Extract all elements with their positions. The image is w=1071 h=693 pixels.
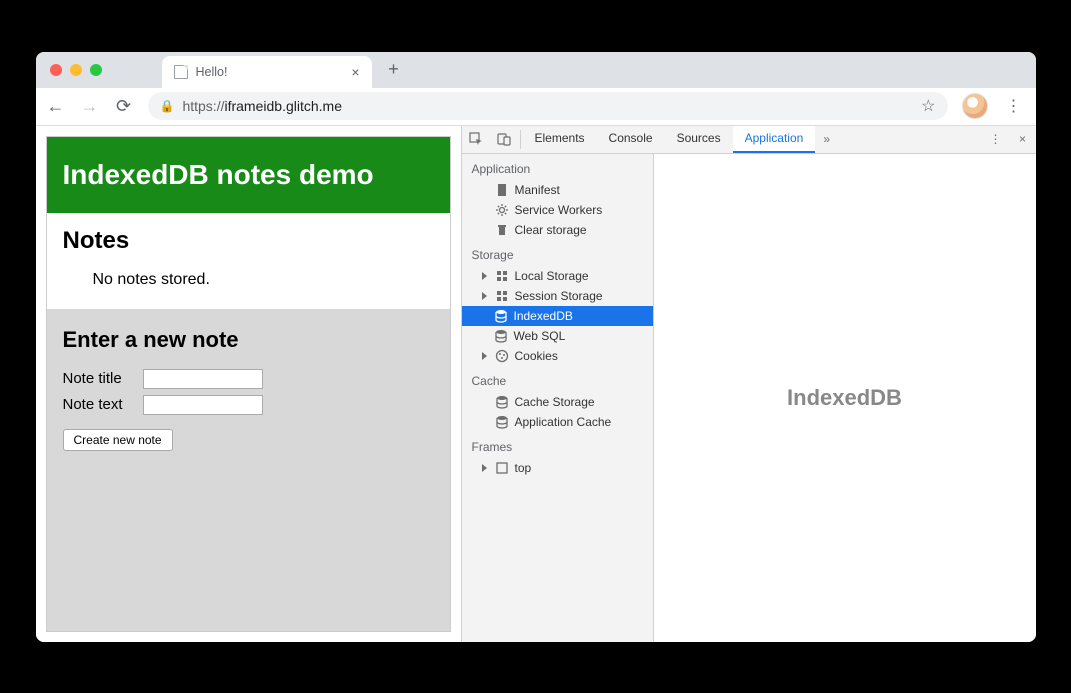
- bookmark-star-icon[interactable]: ☆: [921, 96, 935, 116]
- note-text-input[interactable]: [143, 395, 263, 415]
- database-icon: [495, 395, 509, 409]
- database-icon: [494, 329, 508, 343]
- note-title-label: Note title: [63, 370, 135, 387]
- database-icon: [495, 415, 509, 429]
- minimize-window-button[interactable]: [70, 64, 82, 76]
- page-viewport: IndexedDB notes demo Notes No notes stor…: [36, 126, 461, 642]
- browser-toolbar: ← → ⟳ 🔒 https://iframeidb.glitch.me ☆ ⋮: [36, 88, 1036, 126]
- page-title: IndexedDB notes demo: [47, 137, 450, 213]
- expand-icon: [482, 464, 487, 472]
- database-icon: [494, 309, 508, 323]
- lock-icon: 🔒: [160, 99, 175, 113]
- expand-icon: [482, 352, 487, 360]
- grid-icon: [495, 289, 509, 303]
- tab-title: Hello!: [196, 65, 344, 79]
- sidebar-item-application-cache[interactable]: Application Cache: [462, 412, 653, 432]
- notes-heading: Notes: [63, 227, 434, 255]
- inspect-element-button[interactable]: [462, 126, 490, 153]
- devtools-body: Application Manifest Service Workers: [462, 154, 1036, 642]
- sidebar-item-service-workers[interactable]: Service Workers: [462, 200, 653, 220]
- trash-icon: [495, 223, 509, 237]
- sidebar-item-local-storage[interactable]: Local Storage: [462, 266, 653, 286]
- more-tabs-button[interactable]: »: [815, 126, 838, 153]
- url-text: https://iframeidb.glitch.me: [182, 98, 913, 114]
- grid-icon: [495, 269, 509, 283]
- sidebar-item-web-sql[interactable]: Web SQL: [462, 326, 653, 346]
- browser-window: Hello! × + ← → ⟳ 🔒 https://iframeidb.gli…: [36, 52, 1036, 642]
- file-icon: [495, 183, 509, 197]
- tab-sources[interactable]: Sources: [665, 126, 733, 153]
- note-title-input[interactable]: [143, 369, 263, 389]
- expand-icon: [482, 292, 487, 300]
- maximize-window-button[interactable]: [90, 64, 102, 76]
- content-area: IndexedDB notes demo Notes No notes stor…: [36, 126, 1036, 642]
- devtools-main-pane: IndexedDB: [654, 154, 1036, 642]
- group-application: Application: [462, 154, 653, 180]
- tab-console[interactable]: Console: [597, 126, 665, 153]
- tab-elements[interactable]: Elements: [523, 126, 597, 153]
- gear-icon: [495, 203, 509, 217]
- demo-page: IndexedDB notes demo Notes No notes stor…: [46, 136, 451, 632]
- main-placeholder: IndexedDB: [787, 385, 902, 411]
- form-heading: Enter a new note: [63, 327, 434, 353]
- cookie-icon: [495, 349, 509, 363]
- note-text-label: Note text: [63, 396, 135, 413]
- group-cache: Cache: [462, 366, 653, 392]
- empty-message: No notes stored.: [93, 271, 434, 289]
- forward-button[interactable]: →: [80, 96, 100, 117]
- reload-button[interactable]: ⟳: [114, 96, 134, 117]
- browser-menu-button[interactable]: ⋮: [1002, 96, 1026, 116]
- sidebar-item-clear-storage[interactable]: Clear storage: [462, 220, 653, 240]
- browser-tab[interactable]: Hello! ×: [162, 56, 372, 88]
- devtools-tabbar: Elements Console Sources Application » ⋮…: [462, 126, 1036, 154]
- sidebar-item-top-frame[interactable]: top: [462, 458, 653, 478]
- close-tab-button[interactable]: ×: [351, 64, 359, 80]
- window-controls: [50, 64, 102, 76]
- back-button[interactable]: ←: [46, 96, 66, 117]
- application-sidebar: Application Manifest Service Workers: [462, 154, 654, 642]
- group-frames: Frames: [462, 432, 653, 458]
- frame-icon: [495, 461, 509, 475]
- expand-icon: [482, 272, 487, 280]
- profile-avatar[interactable]: [962, 93, 988, 119]
- devtools-panel: Elements Console Sources Application » ⋮…: [461, 126, 1036, 642]
- tab-application[interactable]: Application: [733, 126, 816, 153]
- sidebar-item-cookies[interactable]: Cookies: [462, 346, 653, 366]
- create-note-button[interactable]: Create new note: [63, 429, 173, 451]
- address-bar[interactable]: 🔒 https://iframeidb.glitch.me ☆: [148, 92, 948, 120]
- group-storage: Storage: [462, 240, 653, 266]
- tab-strip: Hello! × +: [36, 52, 1036, 88]
- sidebar-item-manifest[interactable]: Manifest: [462, 180, 653, 200]
- sidebar-item-session-storage[interactable]: Session Storage: [462, 286, 653, 306]
- device-toolbar-button[interactable]: [490, 126, 518, 153]
- new-tab-button[interactable]: +: [380, 56, 408, 84]
- note-form: Enter a new note Note title Note text Cr…: [47, 309, 450, 631]
- devtools-menu-button[interactable]: ⋮: [982, 132, 1010, 146]
- devtools-close-button[interactable]: ×: [1010, 132, 1036, 146]
- sidebar-item-cache-storage[interactable]: Cache Storage: [462, 392, 653, 412]
- notes-section: Notes No notes stored.: [47, 213, 450, 309]
- sidebar-item-indexeddb[interactable]: IndexedDB: [462, 306, 653, 326]
- page-icon: [174, 65, 188, 79]
- close-window-button[interactable]: [50, 64, 62, 76]
